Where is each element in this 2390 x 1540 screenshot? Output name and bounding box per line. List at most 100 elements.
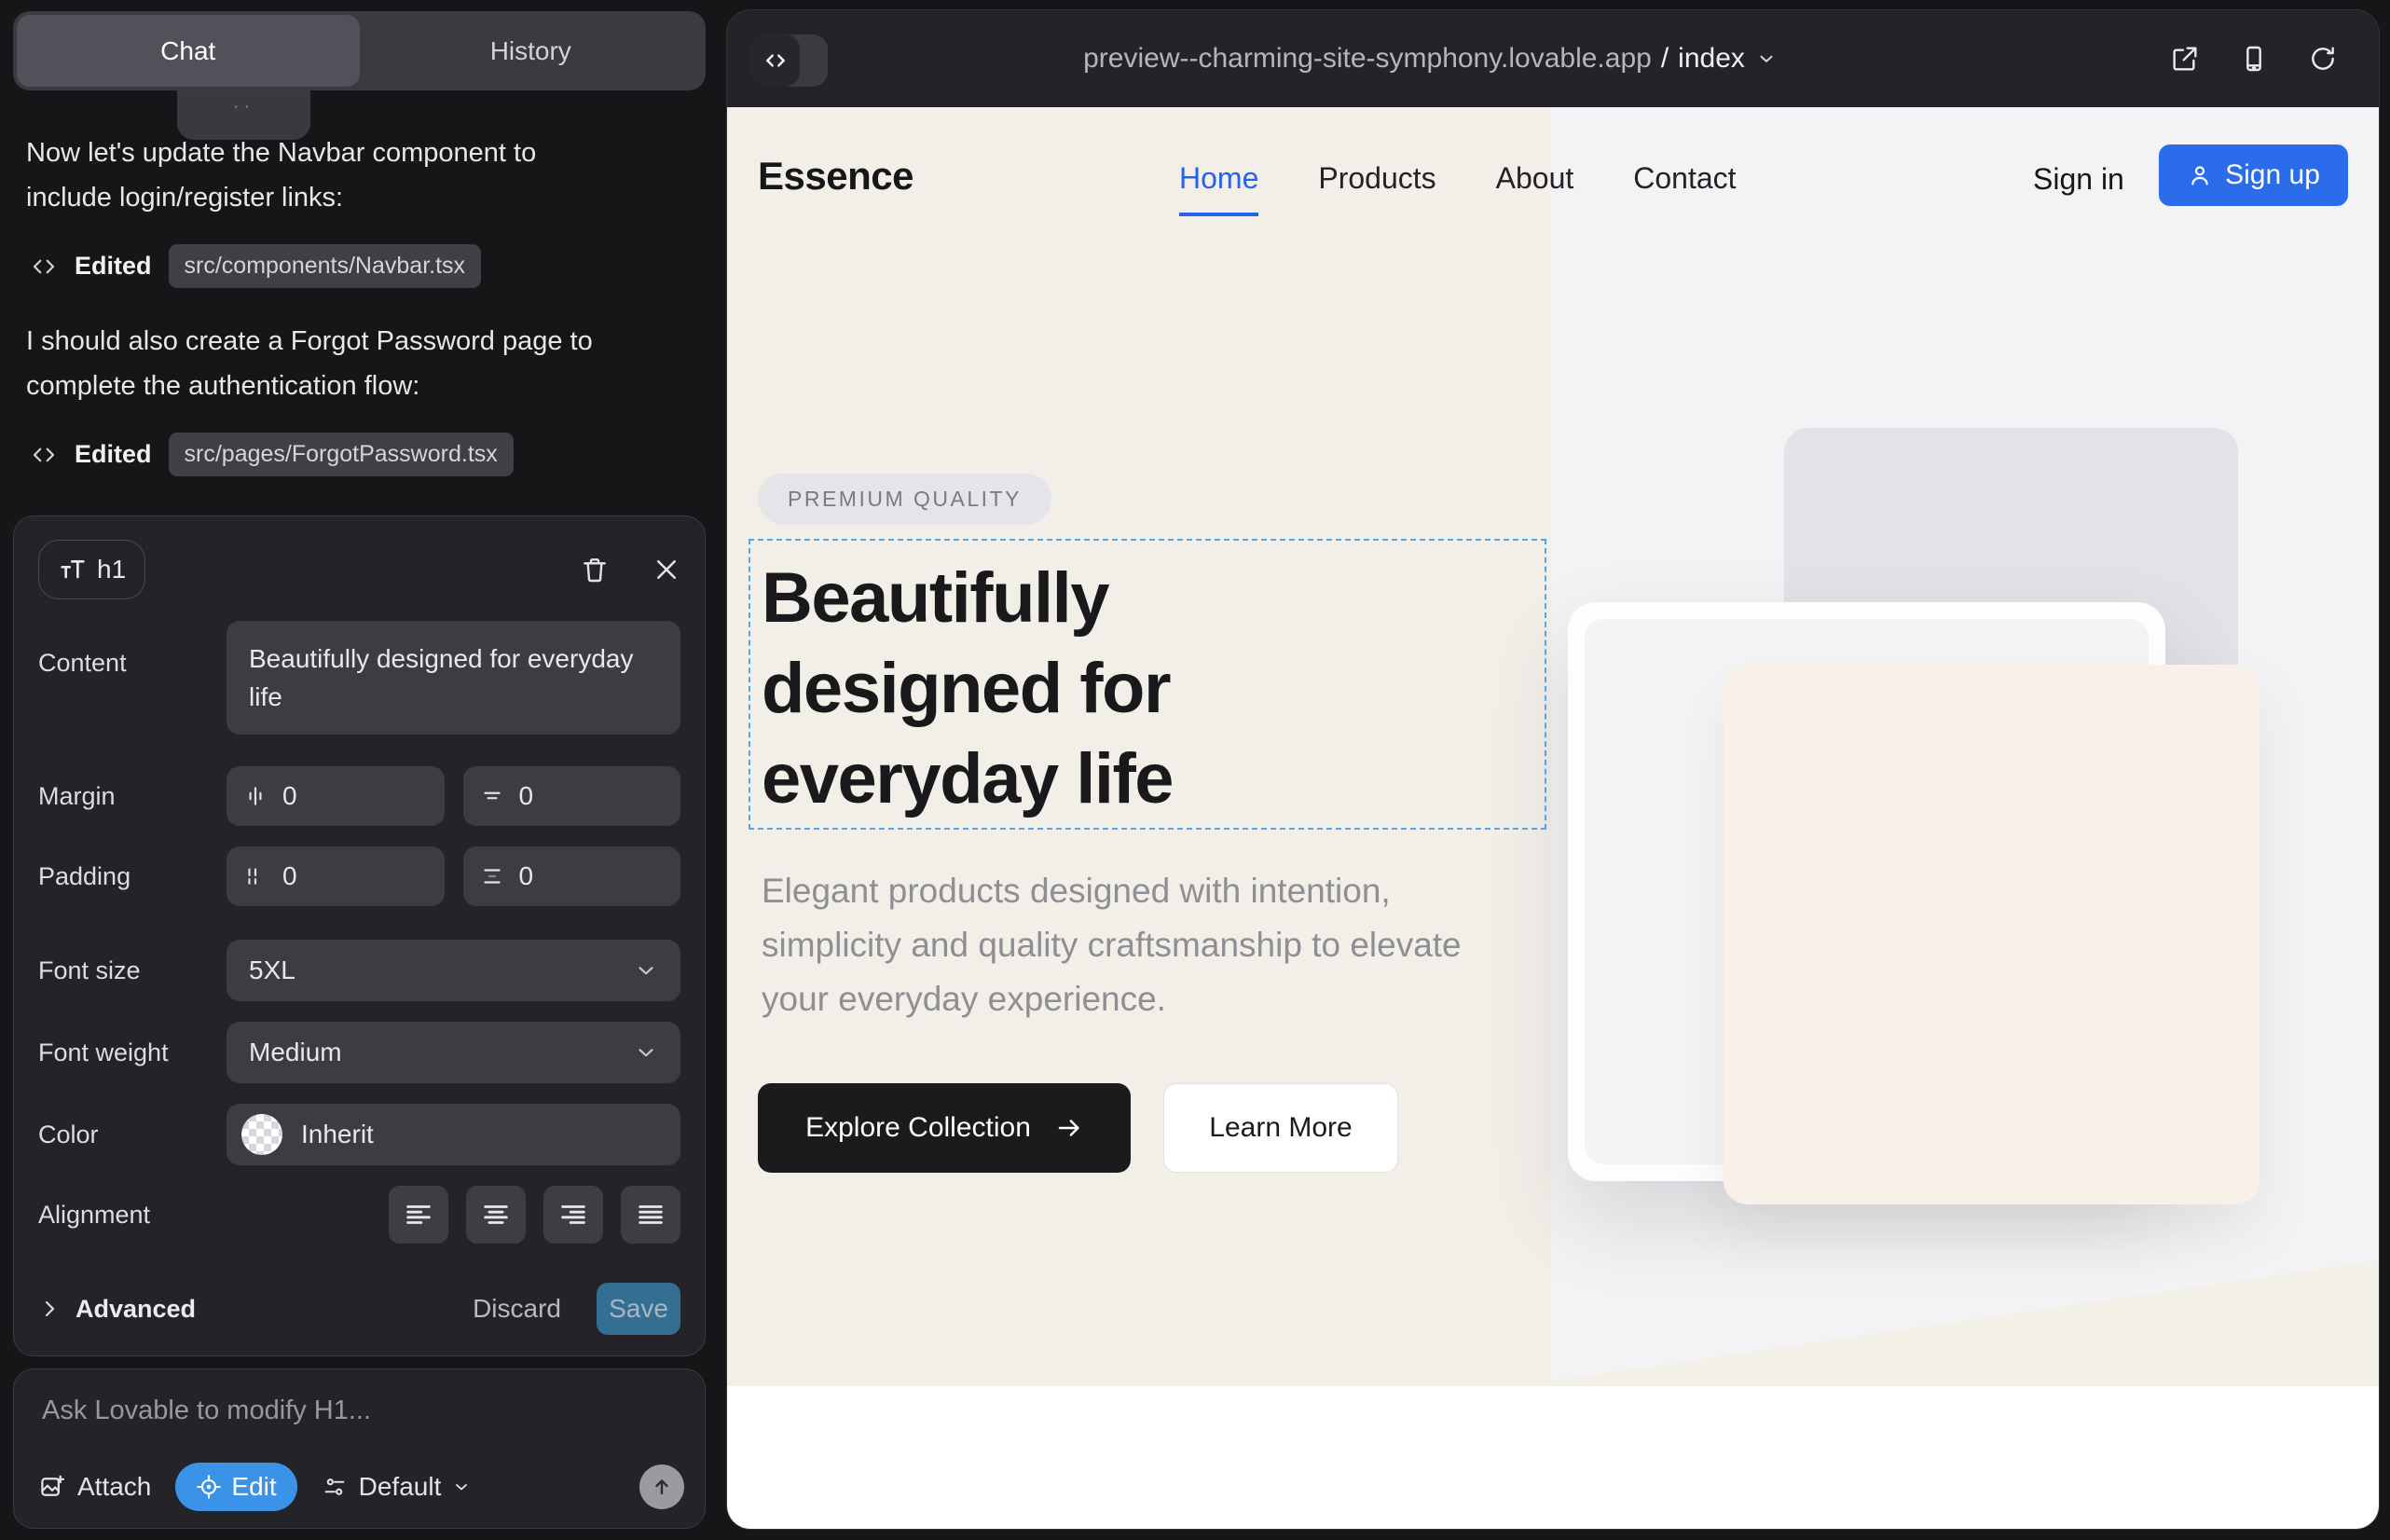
hero-heading[interactable]: Beautifully designed for everyday life [762, 553, 1363, 824]
file-chip[interactable]: src/pages/ForgotPassword.tsx [169, 433, 514, 476]
explore-collection-button[interactable]: Explore Collection [758, 1083, 1131, 1173]
align-center-button[interactable] [466, 1186, 526, 1244]
mode-label: Default [359, 1472, 442, 1502]
edited-file-row: Edited src/pages/ForgotPassword.tsx [30, 433, 514, 476]
chrome-actions [2170, 10, 2338, 107]
alignment-label: Alignment [38, 1201, 227, 1230]
target-icon [196, 1474, 222, 1500]
mode-select[interactable]: Default [322, 1472, 472, 1502]
padding-row: Padding 0 0 [38, 846, 680, 906]
font-size-label: Font size [38, 956, 227, 985]
save-button[interactable]: Save [597, 1283, 680, 1335]
padding-horizontal-icon [243, 864, 268, 888]
open-external-icon[interactable] [2170, 44, 2200, 74]
attach-label: Attach [77, 1472, 151, 1502]
premium-badge: PREMIUM QUALITY [758, 474, 1051, 525]
padding-x-input[interactable]: 0 [227, 846, 445, 906]
url-separator: / [1661, 43, 1669, 75]
font-size-value: 5XL [249, 956, 295, 985]
site-page: Essence Home Products About Contact Sign… [727, 107, 2379, 1529]
font-weight-select[interactable]: Medium [227, 1022, 680, 1083]
close-icon[interactable] [652, 556, 680, 584]
code-icon [30, 253, 58, 281]
panel-tabs: Chat History [13, 11, 706, 90]
hero-diagonal-wedge [1551, 1260, 2379, 1386]
site-logo[interactable]: Essence [758, 154, 913, 199]
editor-footer: Advanced Discard Save [38, 1283, 680, 1335]
preview-frame: preview--charming-site-symphony.lovable.… [726, 9, 2380, 1530]
element-tag-badge: h1 [38, 540, 145, 599]
font-size-select[interactable]: 5XL [227, 940, 680, 1001]
user-icon [2187, 162, 2213, 188]
editor-header: h1 [38, 537, 680, 602]
edit-mode-button[interactable]: Edit [175, 1463, 296, 1511]
nav-link-home[interactable]: Home [1179, 161, 1258, 216]
chevron-down-icon [634, 958, 658, 983]
text-size-icon [58, 555, 88, 584]
tab-chat[interactable]: Chat [17, 15, 360, 87]
sign-up-label: Sign up [2225, 159, 2320, 191]
edited-label: Edited [75, 440, 152, 469]
padding-y-value: 0 [519, 861, 534, 891]
nav-link-about[interactable]: About [1496, 161, 1574, 216]
edit-label: Edit [231, 1472, 276, 1502]
font-weight-value: Medium [249, 1038, 342, 1067]
file-chip[interactable]: src/components/Navbar.tsx [169, 244, 482, 288]
attach-button[interactable]: Attach [38, 1472, 151, 1502]
margin-label: Margin [38, 782, 227, 811]
margin-y-input[interactable]: 0 [463, 766, 681, 826]
lovable-app: ·· Chat History Now let's update the Nav… [0, 0, 2390, 1540]
align-left-button[interactable] [389, 1186, 448, 1244]
url-domain: preview--charming-site-symphony.lovable.… [1083, 43, 1652, 75]
chevron-down-icon [452, 1478, 471, 1496]
color-row: Color Inherit [38, 1104, 680, 1165]
element-tag: h1 [97, 555, 126, 584]
color-value: Inherit [301, 1120, 374, 1149]
chat-composer[interactable]: Ask Lovable to modify H1... Attach Edit [13, 1368, 706, 1529]
dots: ·· [233, 96, 254, 117]
url-page: index [1678, 43, 1745, 75]
align-justify-button[interactable] [621, 1186, 680, 1244]
color-picker[interactable]: Inherit [227, 1104, 680, 1165]
composer-placeholder: Ask Lovable to modify H1... [42, 1396, 371, 1426]
arrow-up-icon [651, 1476, 673, 1498]
element-editor-panel: h1 Content Beautifully designed for ever… [13, 516, 706, 1356]
edited-file-row: Edited src/components/Navbar.tsx [30, 244, 481, 288]
color-label: Color [38, 1121, 227, 1149]
sign-in-link[interactable]: Sign in [2033, 162, 2124, 197]
send-button[interactable] [639, 1464, 684, 1509]
color-swatch [241, 1114, 282, 1155]
refresh-icon[interactable] [2308, 44, 2338, 74]
hero-cta-row: Explore Collection Learn More [758, 1083, 1398, 1173]
font-weight-label: Font weight [38, 1038, 227, 1067]
align-right-button[interactable] [543, 1186, 603, 1244]
url-bar[interactable]: preview--charming-site-symphony.lovable.… [727, 10, 2133, 107]
hero-section: Essence Home Products About Contact Sign… [727, 107, 2379, 1386]
margin-row: Margin 0 0 [38, 766, 680, 826]
chat-message: Now let's update the Navbar component to… [26, 131, 613, 220]
code-icon [30, 441, 58, 469]
chevron-right-icon [38, 1298, 61, 1320]
padding-vertical-icon [480, 864, 504, 888]
nav-link-contact[interactable]: Contact [1633, 161, 1736, 216]
hero-paragraph: Elegant products designed with intention… [762, 864, 1507, 1026]
advanced-toggle[interactable]: Advanced [76, 1295, 196, 1324]
discard-button[interactable]: Discard [473, 1294, 561, 1324]
margin-x-input[interactable]: 0 [227, 766, 445, 826]
content-input[interactable]: Beautifully designed for everyday life [227, 621, 680, 735]
delete-element-icon[interactable] [580, 555, 610, 584]
tab-history[interactable]: History [360, 15, 703, 87]
browser-chrome: preview--charming-site-symphony.lovable.… [727, 10, 2379, 107]
decor-card-cream [1724, 665, 2260, 1204]
font-size-row: Font size 5XL [38, 940, 680, 1001]
margin-vertical-icon [480, 784, 504, 808]
explore-collection-label: Explore Collection [805, 1112, 1031, 1144]
edited-label: Edited [75, 252, 152, 281]
mobile-preview-icon[interactable] [2239, 44, 2269, 74]
arrow-right-icon [1055, 1114, 1083, 1142]
learn-more-button[interactable]: Learn More [1163, 1083, 1398, 1173]
content-row: Content Beautifully designed for everyda… [38, 621, 680, 735]
nav-link-products[interactable]: Products [1318, 161, 1435, 216]
sign-up-button[interactable]: Sign up [2159, 144, 2348, 206]
padding-y-input[interactable]: 0 [463, 846, 681, 906]
